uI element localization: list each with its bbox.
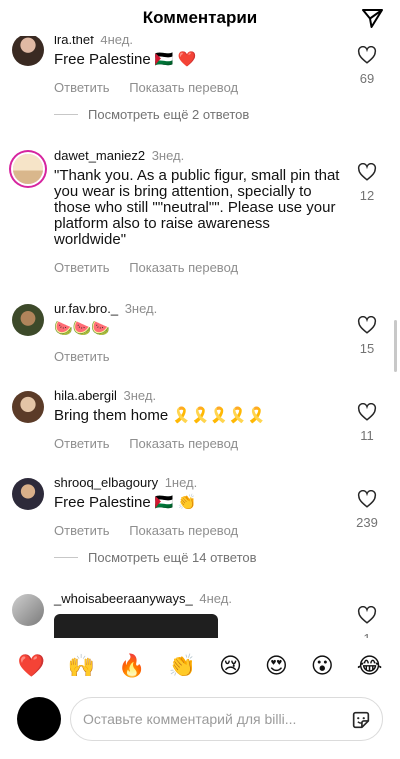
reply-button[interactable]: Ответить [54, 523, 110, 538]
comment-time: 1нед. [164, 475, 198, 490]
emoji-button[interactable]: 😂 [357, 653, 383, 679]
heart-outline-icon[interactable] [357, 403, 377, 421]
like-count: 239 [356, 515, 378, 530]
heart-outline-icon[interactable] [357, 490, 377, 508]
sticker-icon[interactable] [350, 709, 372, 731]
page-title: Комментарии [142, 8, 258, 27]
reply-button[interactable]: Ответить [54, 260, 110, 275]
avatar[interactable] [17, 697, 61, 741]
avatar[interactable] [12, 304, 44, 336]
emoji-button[interactable]: 🔥 [118, 653, 145, 679]
reply-button[interactable]: Ответить [54, 349, 110, 364]
avatar[interactable] [12, 478, 44, 510]
view-replies-button[interactable]: Посмотреть ещё 14 ответов [54, 550, 257, 565]
emoji-button[interactable]: 🙌 [68, 653, 95, 679]
comment-time: 4нед. [199, 591, 232, 606]
divider [54, 557, 78, 558]
comment-username[interactable]: hila.abergil [54, 388, 117, 403]
emoji-button[interactable]: 😢 [219, 653, 242, 679]
comment-time: 3нед. [151, 148, 185, 163]
heart-outline-icon[interactable] [357, 46, 377, 64]
emoji-reaction-bar: ❤️ 🙌 🔥 👏 😢 😍 😮 😂 [0, 638, 400, 694]
emoji-button[interactable]: 😮 [311, 653, 334, 679]
heart-outline-icon[interactable] [357, 163, 377, 181]
avatar[interactable] [12, 594, 44, 626]
heart-outline-icon[interactable] [357, 606, 377, 624]
comment-text: 🍉🍉🍉 [54, 320, 111, 337]
comments-list[interactable]: lra.thef 4нед. Free Palestine 🇵🇸 ❤️ Отве… [0, 0, 400, 640]
divider [54, 114, 78, 115]
avatar[interactable] [12, 34, 44, 66]
comment-time: 3нед. [124, 301, 158, 316]
heart-outline-icon[interactable] [357, 316, 377, 334]
media-attachment[interactable] [54, 614, 218, 640]
comment-input[interactable] [70, 697, 383, 741]
comment-username[interactable]: _whoisabeeraanyways_ [54, 591, 193, 606]
comment-username[interactable]: dawet_maniez2 [54, 148, 145, 163]
like-count: 15 [359, 341, 375, 356]
like-count: 11 [360, 428, 374, 443]
emoji-button[interactable]: 😍 [265, 653, 288, 679]
comment-username[interactable]: ur.fav.bro._ [54, 301, 118, 316]
scrollbar[interactable] [394, 320, 397, 372]
comment-text: Free Palestine 🇵🇸 👏 [54, 494, 197, 511]
comment-time: 3нед. [123, 388, 157, 403]
comment-username[interactable]: shrooq_elbagoury [54, 475, 158, 490]
comment-composer [0, 694, 400, 759]
header: Комментарии [0, 0, 400, 36]
translate-button[interactable]: Показать перевод [129, 80, 238, 95]
comment-text: Bring them home 🎗️🎗️🎗️🎗️🎗️ [54, 407, 266, 424]
comment-text: "Thank you. As a public figur, small pin… [54, 167, 340, 248]
comment-text: Free Palestine 🇵🇸 ❤️ [54, 51, 197, 68]
paper-plane-icon[interactable] [360, 6, 384, 30]
reply-button[interactable]: Ответить [54, 436, 110, 451]
like-count: 69 [359, 71, 375, 86]
translate-button[interactable]: Показать перевод [129, 523, 238, 538]
translate-button[interactable]: Показать перевод [129, 436, 238, 451]
avatar[interactable] [13, 154, 43, 184]
avatar[interactable] [12, 391, 44, 423]
reply-button[interactable]: Ответить [54, 80, 110, 95]
view-replies-label: Посмотреть ещё 14 ответов [88, 550, 257, 565]
view-replies-label: Посмотреть ещё 2 ответов [88, 107, 250, 122]
view-replies-button[interactable]: Посмотреть ещё 2 ответов [54, 107, 249, 122]
like-count: 12 [359, 188, 375, 203]
emoji-button[interactable]: 👏 [169, 653, 196, 679]
translate-button[interactable]: Показать перевод [129, 260, 238, 275]
emoji-button[interactable]: ❤️ [17, 653, 44, 679]
